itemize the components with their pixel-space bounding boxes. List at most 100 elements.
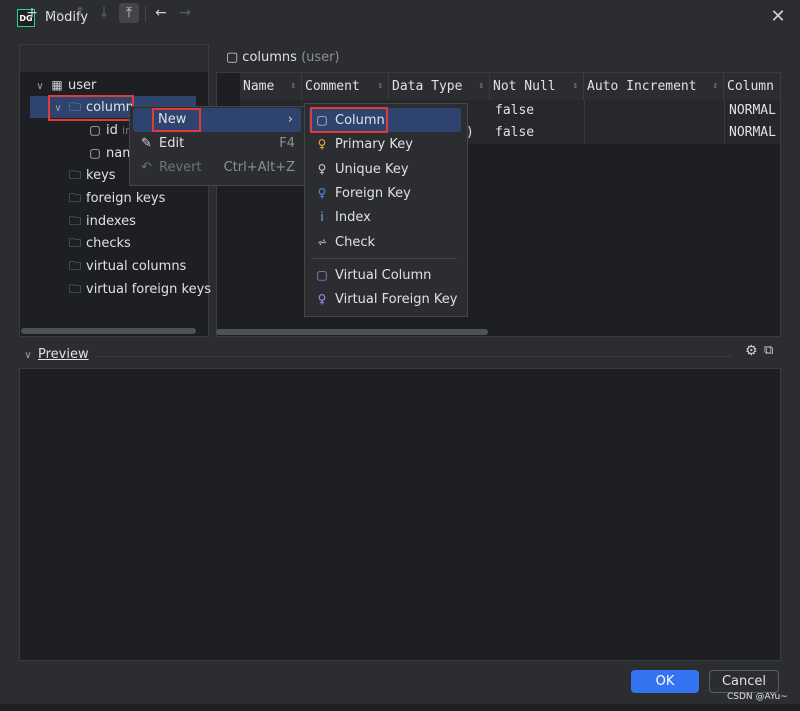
sort-icon: ⇕	[377, 81, 383, 91]
tree-item-indexes[interactable]: 🗀 indexes	[68, 210, 136, 232]
column-divider	[724, 100, 725, 144]
virtual-column-icon: ▢	[316, 268, 328, 282]
foreign-key-icon: ♀	[317, 186, 327, 200]
submenu-item-virtual-foreign-key[interactable]: ♀ Virtual Foreign Key	[309, 287, 461, 311]
header-label: Auto Increment	[587, 79, 697, 94]
tree-item-label: virtual foreign keys	[86, 282, 212, 297]
submenu-item-unique-key[interactable]: ♀ Unique Key	[309, 157, 461, 181]
submenu-divider	[311, 258, 457, 259]
preview-area[interactable]	[19, 368, 781, 661]
folder-icon: 🗀	[68, 236, 81, 250]
tree-item-label: virtual columns	[86, 259, 187, 274]
revert-icon: ↶	[141, 160, 152, 175]
table-scrollbar[interactable]	[216, 329, 488, 335]
bottom-strip	[0, 704, 800, 711]
columns-subtitle: (user)	[301, 50, 340, 65]
header-label: Not Null	[493, 79, 556, 94]
chevron-right-icon: ›	[287, 112, 293, 127]
sort-icon: ⇕	[712, 81, 718, 91]
close-button[interactable]: ✕	[768, 7, 788, 27]
menu-item-edit[interactable]: ✎ Edit F4	[133, 132, 301, 156]
column-divider	[584, 100, 585, 144]
tree-item-keys[interactable]: 🗀 keys	[68, 164, 116, 186]
submenu-item-foreign-key[interactable]: ♀ Foreign Key	[309, 181, 461, 205]
submenu-item-primary-key[interactable]: ♀ Primary Key	[309, 132, 461, 156]
virtual-foreign-key-icon: ♀	[317, 292, 327, 306]
header-column[interactable]: Column	[724, 73, 780, 100]
watermark: CSDN @AYu~	[727, 692, 788, 702]
tree-toolbar	[19, 44, 209, 72]
pencil-icon: ✎	[141, 136, 152, 151]
header-label: Data Type	[392, 79, 463, 94]
submenu-item-label: Unique Key	[335, 162, 409, 177]
cancel-button[interactable]: Cancel	[709, 670, 779, 693]
header-comment[interactable]: Comment ⇕	[302, 73, 389, 100]
folder-icon: 🗀	[68, 282, 81, 296]
add-button[interactable]: +	[22, 3, 42, 23]
submenu-item-check[interactable]: ⩫ Check	[309, 230, 461, 254]
preview-toggle[interactable]: ∨ Preview	[22, 347, 89, 362]
tree-item-virtual-foreign-keys[interactable]: 🗀 virtual foreign keys	[68, 278, 211, 300]
submenu-item-label: Check	[335, 235, 375, 250]
tree-item-label: id	[106, 123, 118, 138]
submenu-item-label: Virtual Foreign Key	[335, 292, 458, 307]
submenu-item-index[interactable]: i Index	[309, 205, 461, 229]
cell-not-null[interactable]: false	[495, 100, 534, 122]
cell-not-null[interactable]: false	[495, 122, 534, 144]
move-down-button[interactable]: ↓	[94, 3, 114, 23]
tree-item-name[interactable]: ▢ nam	[88, 142, 135, 164]
highlight-box-column	[48, 95, 134, 121]
tree-item-label: user	[68, 78, 97, 93]
submenu-item-virtual-column[interactable]: ▢ Virtual Column	[309, 263, 461, 287]
submenu-item-label: Foreign Key	[335, 186, 411, 201]
ok-button[interactable]: OK	[631, 670, 699, 693]
columns-title: columns	[242, 50, 297, 65]
tree-item-user[interactable]: ∨ ▦ user	[34, 74, 96, 96]
tree-item-foreign-keys[interactable]: 🗀 foreign keys	[68, 187, 165, 209]
tree-item-label: checks	[86, 236, 131, 251]
remove-button[interactable]: —	[46, 3, 66, 23]
index-icon: i	[320, 210, 324, 224]
sort-icon: ⇕	[478, 81, 484, 91]
menu-item-label: Edit	[159, 136, 185, 151]
header-label: Name	[243, 79, 275, 94]
folder-icon: 🗀	[68, 259, 81, 273]
header-name[interactable]: Name ⇕	[240, 73, 302, 100]
move-top-button[interactable]: ⤒	[119, 3, 139, 23]
sort-icon: ⇕	[290, 81, 296, 91]
header-auto-increment[interactable]: Auto Increment ⇕	[584, 73, 724, 100]
folder-icon: 🗀	[68, 168, 81, 182]
sort-icon: ⇕	[572, 81, 578, 91]
column-icon: ▢	[89, 123, 101, 137]
preview-divider	[96, 356, 732, 357]
highlight-box-new	[152, 108, 201, 132]
move-up-button[interactable]: ↑	[70, 3, 90, 23]
tree-item-virtual-columns[interactable]: 🗀 virtual columns	[68, 255, 186, 277]
key-icon: ♀	[317, 137, 327, 151]
column-icon: ▢	[89, 146, 101, 160]
tree-scrollbar[interactable]	[21, 328, 196, 334]
submenu-item-label: Index	[335, 210, 371, 225]
highlight-box-column-item	[310, 107, 388, 133]
chevron-down-icon: ∨	[36, 81, 44, 92]
tree-item-label: keys	[86, 168, 116, 183]
folder-icon: 🗀	[68, 214, 81, 228]
header-data-type[interactable]: Data Type ⇕	[389, 73, 490, 100]
toolbar-divider	[145, 6, 146, 22]
header-not-null[interactable]: Not Null ⇕	[490, 73, 584, 100]
menu-shortcut: F4	[279, 136, 295, 151]
tree-item-label: foreign keys	[86, 191, 166, 206]
forward-button[interactable]: →	[175, 3, 195, 23]
gear-icon[interactable]: ⚙	[745, 343, 758, 359]
header-label: Comment	[305, 79, 360, 94]
menu-item-revert[interactable]: ↶ Revert Ctrl+Alt+Z	[133, 156, 301, 180]
cell-column-kind[interactable]: NORMAL	[729, 100, 776, 122]
preview-label: Preview	[38, 347, 89, 362]
open-in-window-icon[interactable]: ⧉	[764, 343, 773, 358]
columns-icon: ▢	[226, 50, 239, 65]
tree-item-checks[interactable]: 🗀 checks	[68, 232, 131, 254]
cell-column-kind[interactable]: NORMAL	[729, 122, 776, 144]
back-button[interactable]: ←	[151, 3, 171, 23]
folder-icon: 🗀	[68, 191, 81, 205]
check-icon: ⩫	[316, 235, 328, 249]
